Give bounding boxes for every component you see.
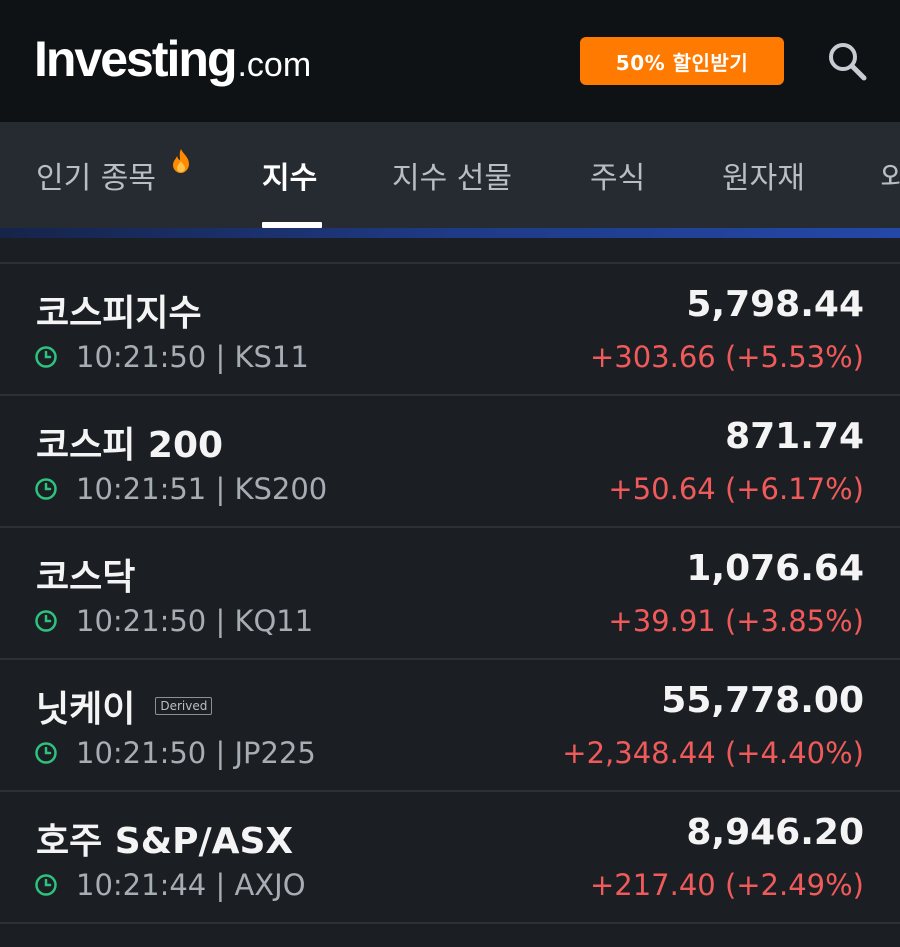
- index-time: 10:21:50: [76, 604, 207, 638]
- tab-commodities[interactable]: 원자재: [722, 122, 805, 228]
- accent-bar: [0, 228, 900, 238]
- index-price: 1,076.64: [686, 548, 864, 589]
- search-icon[interactable]: [826, 40, 868, 82]
- tab-index-futures-label: 지수 선물: [392, 161, 512, 196]
- meta-separator: |: [206, 604, 235, 638]
- logo-domain-suffix: .com: [237, 46, 312, 84]
- index-name: 코스닥: [36, 548, 135, 600]
- meta-separator: |: [206, 340, 235, 374]
- index-change: +50.64 (+6.17%): [608, 472, 864, 506]
- clock-icon: [35, 478, 57, 500]
- tab-forex[interactable]: 외: [880, 122, 900, 228]
- index-change: +39.91 (+3.85%): [608, 604, 864, 638]
- index-meta: 10:21:44 | AXJO: [34, 868, 306, 902]
- index-time: 10:21:50: [76, 340, 207, 374]
- derived-badge: Derived: [155, 697, 213, 715]
- logo-wordmark: Investing: [34, 31, 237, 87]
- tab-indices[interactable]: 지수: [262, 122, 317, 228]
- clock-icon: [35, 346, 57, 368]
- tab-stocks-label: 주식: [590, 161, 646, 196]
- meta-separator: |: [206, 868, 235, 902]
- index-name: 코스피 200: [36, 416, 223, 468]
- index-symbol: KS11: [234, 340, 309, 374]
- index-time: 10:21:44: [76, 868, 207, 902]
- index-symbol: KS200: [234, 472, 328, 506]
- discount-promo-button[interactable]: 50% 할인받기: [580, 37, 784, 85]
- index-symbol: AXJO: [234, 868, 306, 902]
- tab-stocks[interactable]: 주식: [590, 122, 645, 228]
- index-row-kospi[interactable]: 코스피지수 10:21:50 | KS11 5,798.44 +303.66 (…: [0, 264, 900, 396]
- tab-commodities-label: 원자재: [722, 161, 805, 196]
- category-tabs: 인기 종목 지수 지수 선물 주식 원자재 외: [0, 122, 900, 228]
- index-price: 55,778.00: [661, 680, 864, 721]
- index-price: 5,798.44: [686, 284, 864, 325]
- fire-icon: [173, 149, 189, 173]
- clock-icon: [35, 742, 57, 764]
- index-time: 10:21:51: [76, 472, 207, 506]
- index-change: +2,348.44 (+4.40%): [562, 736, 864, 770]
- tab-popular-label: 인기 종목: [36, 161, 156, 196]
- index-time: 10:21:50: [76, 736, 207, 770]
- index-symbol: JP225: [234, 736, 316, 770]
- index-meta: 10:21:51 | KS200: [34, 472, 327, 506]
- index-name: 닛케이 Derived: [36, 680, 213, 732]
- index-row-kospi200[interactable]: 코스피 200 10:21:51 | KS200 871.74 +50.64 (…: [0, 396, 900, 528]
- tab-indices-label: 지수: [262, 161, 318, 196]
- tab-index-futures[interactable]: 지수 선물: [392, 122, 512, 228]
- index-name-text: 닛케이: [36, 689, 136, 730]
- tab-popular[interactable]: 인기 종목: [36, 122, 156, 228]
- index-meta: 10:21:50 | KQ11: [34, 604, 313, 638]
- index-row-nikkei[interactable]: 닛케이 Derived 10:21:50 | JP225 55,778.00 +…: [0, 660, 900, 792]
- app-header: Investing .com 50% 할인받기: [0, 0, 900, 122]
- index-change: +217.40 (+2.49%): [589, 868, 864, 902]
- investing-logo[interactable]: Investing .com: [34, 34, 311, 84]
- tab-forex-label: 외: [880, 161, 900, 196]
- index-price: 871.74: [725, 416, 864, 457]
- index-meta: 10:21:50 | JP225: [34, 736, 316, 770]
- index-name-text: 호주 S&P/ASX: [36, 821, 294, 862]
- meta-separator: |: [206, 472, 235, 506]
- index-meta: 10:21:50 | KS11: [34, 340, 309, 374]
- index-name: 호주 S&P/ASX: [36, 812, 293, 864]
- index-price: 8,946.20: [686, 812, 864, 853]
- index-name-text: 코스피지수: [36, 293, 202, 334]
- clock-icon: [35, 610, 57, 632]
- indices-list: 코스피지수 10:21:50 | KS11 5,798.44 +303.66 (…: [0, 264, 900, 924]
- index-symbol: KQ11: [234, 604, 314, 638]
- index-row-asx[interactable]: 호주 S&P/ASX 10:21:44 | AXJO 8,946.20 +217…: [0, 792, 900, 924]
- index-change: +303.66 (+5.53%): [589, 340, 864, 374]
- meta-separator: |: [206, 736, 235, 770]
- clock-icon: [35, 874, 57, 896]
- index-name-text: 코스닥: [36, 557, 136, 598]
- index-row-kosdaq[interactable]: 코스닥 10:21:50 | KQ11 1,076.64 +39.91 (+3.…: [0, 528, 900, 660]
- index-name: 코스피지수: [36, 284, 202, 336]
- index-name-text: 코스피 200: [36, 425, 224, 466]
